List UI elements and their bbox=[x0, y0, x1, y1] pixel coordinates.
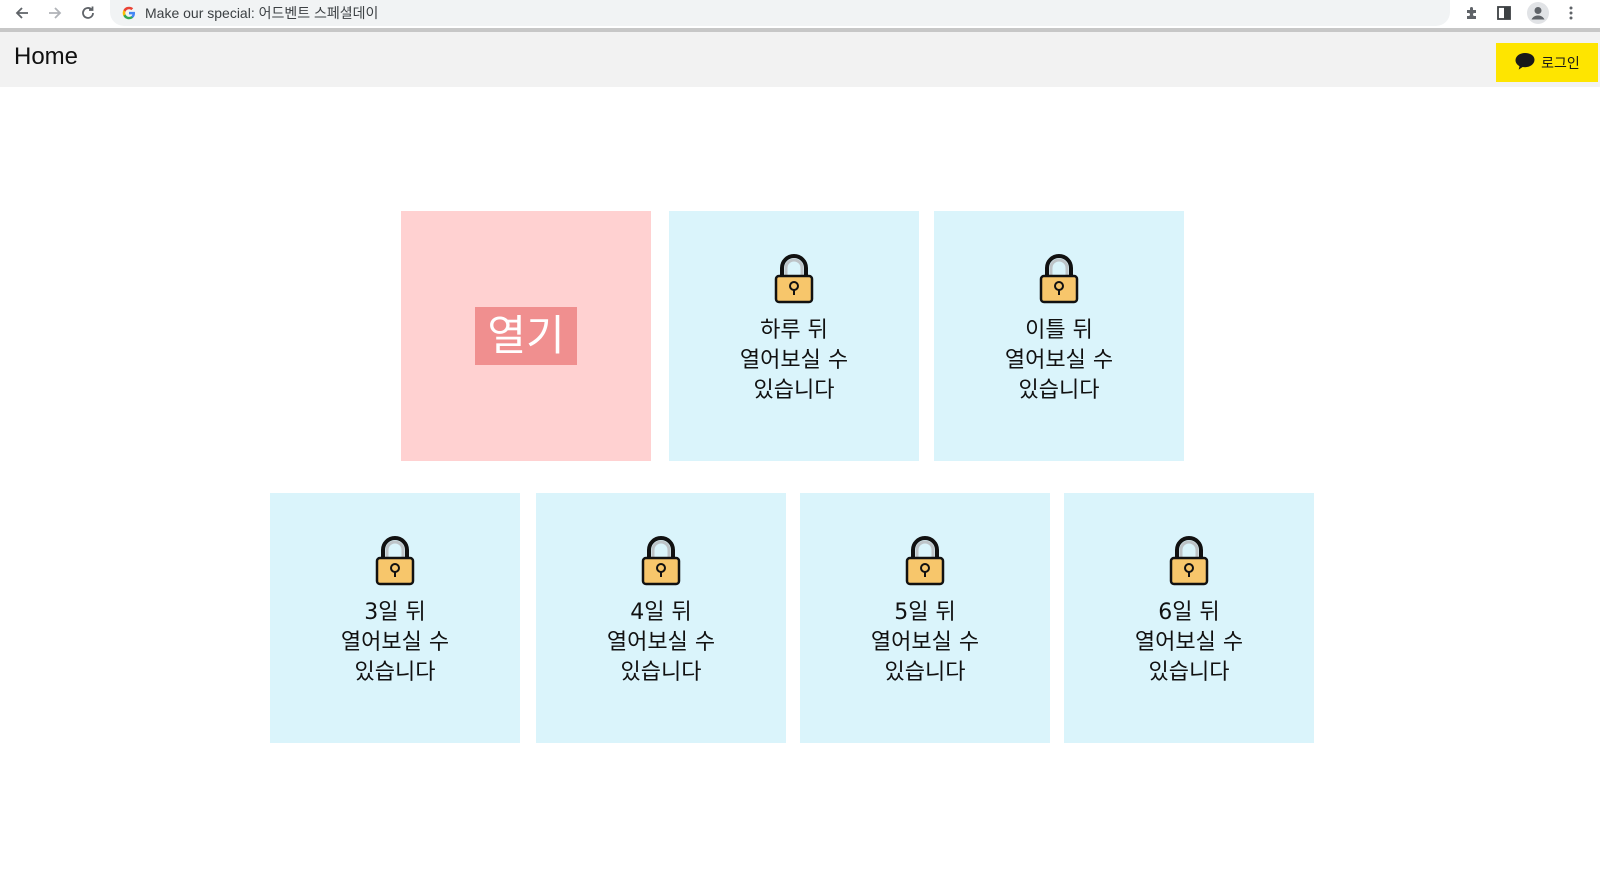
more-menu-icon[interactable] bbox=[1557, 0, 1585, 26]
advent-card-day-2[interactable]: 하루 뒤 열어보실 수 있습니다 bbox=[669, 211, 919, 461]
card-line-2: 열어보실 수 bbox=[340, 630, 450, 655]
padlock-icon bbox=[375, 534, 415, 586]
card-message: 하루 뒤 열어보실 수 있습니다 bbox=[694, 316, 894, 406]
card-line-3: 있습니다 bbox=[753, 378, 835, 403]
card-line-1: 4일 뒤 bbox=[630, 600, 692, 625]
advent-card-day-3[interactable]: 이틀 뒤 열어보실 수 있습니다 bbox=[934, 211, 1184, 461]
padlock-icon bbox=[641, 534, 681, 586]
card-line-3: 있습니다 bbox=[1018, 378, 1100, 403]
advent-card-day-5[interactable]: 4일 뒤 열어보실 수 있습니다 bbox=[536, 493, 786, 743]
card-message: 6일 뒤 열어보실 수 있습니다 bbox=[1089, 598, 1289, 688]
open-button[interactable]: 열기 bbox=[475, 307, 577, 365]
page-title[interactable]: Home bbox=[14, 43, 78, 71]
card-line-2: 열어보실 수 bbox=[1004, 348, 1114, 373]
card-line-3: 있습니다 bbox=[354, 660, 436, 685]
card-message: 4일 뒤 열어보실 수 있습니다 bbox=[561, 598, 761, 688]
card-line-1: 이틀 뒤 bbox=[1025, 318, 1093, 343]
address-bar[interactable]: Make our special: 어드벤트 스페셜데이 bbox=[110, 0, 1450, 26]
login-label: 로그인 bbox=[1541, 55, 1580, 72]
app-header: Home 로그인 bbox=[0, 32, 1600, 87]
card-message: 5일 뒤 열어보실 수 있습니다 bbox=[825, 598, 1025, 688]
back-arrow-icon[interactable] bbox=[9, 0, 35, 26]
advent-card-day-4[interactable]: 3일 뒤 열어보실 수 있습니다 bbox=[270, 493, 520, 743]
card-line-1: 5일 뒤 bbox=[894, 600, 956, 625]
forward-arrow-icon[interactable] bbox=[42, 0, 68, 26]
kakao-login-button[interactable]: 로그인 bbox=[1496, 43, 1598, 82]
extensions-puzzle-icon[interactable] bbox=[1458, 0, 1486, 26]
url-text: Make our special: 어드벤트 스페셜데이 bbox=[145, 5, 379, 21]
profile-avatar-icon[interactable] bbox=[1524, 0, 1552, 26]
card-message: 3일 뒤 열어보실 수 있습니다 bbox=[295, 598, 495, 688]
card-line-2: 열어보실 수 bbox=[739, 348, 849, 373]
padlock-icon bbox=[905, 534, 945, 586]
card-line-2: 열어보실 수 bbox=[606, 630, 716, 655]
padlock-icon bbox=[774, 252, 814, 304]
card-line-3: 있습니다 bbox=[1148, 660, 1230, 685]
side-panel-icon[interactable] bbox=[1490, 0, 1518, 26]
google-icon bbox=[122, 6, 136, 20]
browser-toolbar: Make our special: 어드벤트 스페셜데이 bbox=[0, 0, 1600, 28]
card-line-3: 있습니다 bbox=[884, 660, 966, 685]
card-line-2: 열어보실 수 bbox=[1134, 630, 1244, 655]
reload-icon[interactable] bbox=[75, 0, 101, 26]
speech-bubble-icon bbox=[1514, 51, 1536, 75]
padlock-icon bbox=[1169, 534, 1209, 586]
card-message: 이틀 뒤 열어보실 수 있습니다 bbox=[959, 316, 1159, 406]
advent-card-day-6[interactable]: 5일 뒤 열어보실 수 있습니다 bbox=[800, 493, 1050, 743]
card-line-1: 하루 뒤 bbox=[760, 318, 828, 343]
advent-card-day-7[interactable]: 6일 뒤 열어보실 수 있습니다 bbox=[1064, 493, 1314, 743]
padlock-icon bbox=[1039, 252, 1079, 304]
card-line-3: 있습니다 bbox=[620, 660, 702, 685]
advent-card-day-1[interactable]: 열기 bbox=[401, 211, 651, 461]
card-line-1: 6일 뒤 bbox=[1158, 600, 1220, 625]
card-line-2: 열어보실 수 bbox=[870, 630, 980, 655]
card-line-1: 3일 뒤 bbox=[364, 600, 426, 625]
